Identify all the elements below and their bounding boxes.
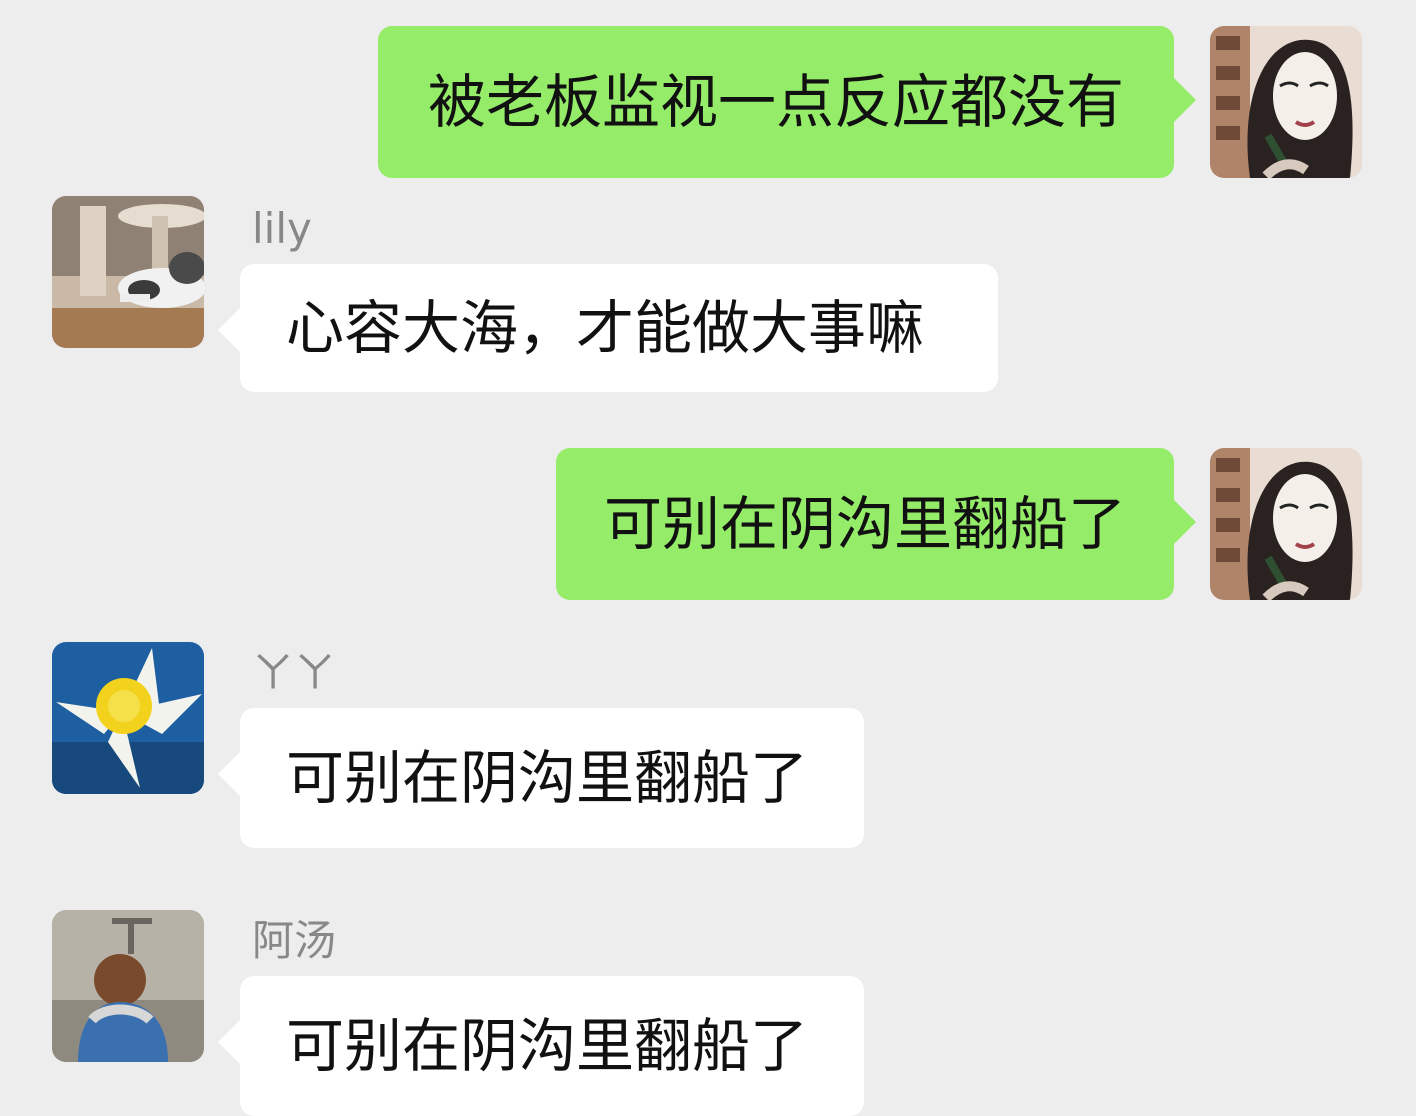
daffodil-photo-icon	[52, 642, 204, 794]
message-text: 可别在阴沟里翻船了	[286, 1012, 809, 1080]
message-bubble[interactable]: 可别在阴沟里翻船了	[218, 976, 864, 1116]
bubble-tail	[1174, 500, 1196, 544]
message-bubble[interactable]: 被老板监视一点反应都没有	[378, 26, 1196, 178]
message-bubble[interactable]: 可别在阴沟里翻船了	[218, 708, 864, 848]
woman-sketch-icon	[1210, 448, 1362, 600]
message-bubble[interactable]: 心容大海，才能做大事嘛	[218, 264, 998, 392]
message-text: 可别在阴沟里翻船了	[603, 490, 1126, 558]
bubble-tail	[218, 1020, 240, 1064]
self-avatar[interactable]	[1210, 26, 1362, 178]
cat-photo-icon	[52, 196, 204, 348]
message-text: 心容大海，才能做大事嘛	[286, 294, 925, 362]
sender-name: ㄚㄚ	[252, 648, 337, 697]
self-avatar[interactable]	[1210, 448, 1362, 600]
bubble-tail	[1174, 78, 1196, 122]
woman-sketch-icon	[1210, 26, 1362, 178]
bubble-tail	[218, 752, 240, 796]
child-avatar[interactable]	[52, 910, 204, 1062]
cat-avatar[interactable]	[52, 196, 204, 348]
daffodil-avatar[interactable]	[52, 642, 204, 794]
sender-name: 阿汤	[252, 916, 337, 965]
sender-name: lily	[252, 204, 312, 253]
bubble-tail	[218, 308, 240, 352]
message-text: 被老板监视一点反应都没有	[427, 68, 1124, 136]
child-photo-icon	[52, 910, 204, 1062]
message-bubble[interactable]: 可别在阴沟里翻船了	[556, 448, 1196, 600]
message-text: 可别在阴沟里翻船了	[286, 744, 809, 812]
